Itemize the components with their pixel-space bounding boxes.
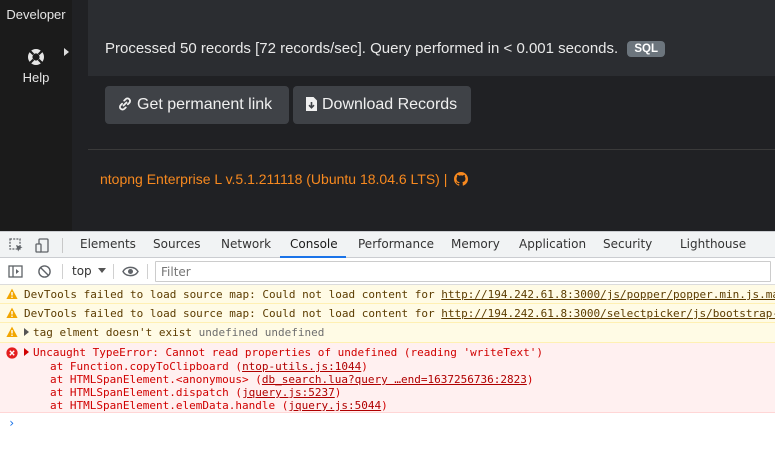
sidebar-item-developer[interactable]: Developer [0, 7, 72, 22]
tab-elements[interactable]: Elements [80, 232, 136, 258]
file-download-icon [306, 97, 317, 111]
inspect-element-icon[interactable] [9, 238, 24, 253]
chevron-right-icon [64, 48, 69, 56]
console-toolbar: top [0, 258, 775, 285]
sidebar-item-label: Help [22, 70, 50, 85]
stack-frame-text: ) [361, 360, 368, 373]
query-stats: Processed 50 records [72 records/sec]. Q… [105, 40, 665, 57]
warning-icon [6, 307, 18, 318]
devtools-tabbar: Elements Sources Network Console Perform… [0, 231, 775, 258]
stack-frame-text: ) [334, 386, 342, 399]
console-message-text: DevTools failed to load source map: Coul… [24, 307, 442, 320]
console-warning: DevTools failed to load source map: Coul… [0, 304, 775, 323]
tab-sources[interactable]: Sources [153, 232, 200, 258]
life-ring-icon [28, 49, 44, 65]
clear-console-icon[interactable] [37, 264, 52, 279]
devtools-panel: Elements Sources Network Console Perform… [0, 231, 775, 460]
expand-triangle-icon[interactable] [24, 328, 29, 336]
github-icon[interactable] [454, 172, 469, 186]
warning-icon [6, 326, 18, 337]
get-permanent-link-button[interactable]: Get permanent link [105, 86, 289, 124]
sidebar: Developer Help [0, 0, 72, 231]
stack-frame-text: at HTMLSpanElement.dispatch ( [50, 386, 243, 399]
filter-input[interactable] [155, 261, 771, 282]
get-permanent-link-label: Get permanent link [137, 96, 273, 113]
main-content: Processed 50 records [72 records/sec]. Q… [88, 0, 775, 231]
ntopng-app: Developer Help Processed 50 records [72 … [0, 0, 775, 231]
tab-application[interactable]: Application [519, 232, 586, 258]
tab-lighthouse[interactable]: Lighthouse [680, 232, 746, 258]
source-map-link[interactable]: http://194.242.61.8:3000/js/popper/poppe… [441, 288, 775, 301]
console-warning[interactable]: tag elment doesn't exist undefined undef… [0, 323, 775, 343]
version-text: ntopng Enterprise L v.5.1.211118 (Ubuntu… [100, 171, 448, 187]
context-select-value: top [72, 264, 92, 278]
console-messages: DevTools failed to load source map: Coul… [0, 285, 775, 460]
console-message-text: DevTools failed to load source map: Coul… [24, 288, 442, 301]
stack-trace-line: at HTMLSpanElement.elemData.handle (jque… [50, 399, 388, 412]
tab-security[interactable]: Security [603, 232, 652, 258]
tab-console[interactable]: Console [280, 232, 346, 258]
stack-frame-link[interactable]: db_search.lua?query …end=1637256736:2823 [262, 373, 527, 386]
download-records-button[interactable]: Download Records [293, 86, 471, 124]
stack-frame-text: at Function.copyToClipboard ( [50, 360, 243, 373]
expand-triangle-icon[interactable] [24, 348, 29, 356]
results-card: Processed 50 records [72 records/sec]. Q… [88, 0, 775, 76]
console-message-text: Uncaught TypeError: Cannot read properti… [33, 346, 543, 359]
sidebar-item-help[interactable]: Help [0, 46, 72, 85]
stack-frame-link[interactable]: jquery.js:5237 [242, 386, 335, 399]
toolbar-separator [147, 264, 148, 279]
warning-icon [6, 288, 18, 299]
device-toolbar-icon[interactable] [35, 238, 50, 253]
eye-icon[interactable] [122, 265, 139, 278]
stack-trace-line: at Function.copyToClipboard (ntop-utils.… [50, 360, 368, 373]
toolbar-separator [62, 238, 63, 253]
console-message-extra: undefined undefined [198, 326, 325, 339]
sidebar-item-label: Developer [6, 7, 66, 22]
stack-trace-line: at HTMLSpanElement.<anonymous> (db_searc… [50, 373, 533, 386]
console-message-text: tag elment doesn't exist [33, 326, 192, 339]
context-select[interactable]: top [72, 264, 106, 278]
toolbar-separator [62, 264, 63, 279]
stack-trace-line: at HTMLSpanElement.dispatch (jquery.js:5… [50, 386, 341, 399]
stack-frame-text: ) [526, 373, 534, 386]
toolbar-separator [113, 264, 114, 279]
divider [88, 149, 775, 150]
console-warning: DevTools failed to load source map: Coul… [0, 285, 775, 304]
stack-frame-link[interactable]: ntop-utils.js:1044 [242, 360, 361, 373]
tab-performance[interactable]: Performance [358, 232, 434, 258]
query-stats-text: Processed 50 records [72 records/sec]. Q… [105, 40, 619, 57]
error-icon [6, 347, 18, 359]
version-footer: ntopng Enterprise L v.5.1.211118 (Ubuntu… [100, 171, 469, 187]
chevron-down-icon [97, 268, 106, 273]
stack-frame-text: ) [381, 399, 388, 412]
tab-memory[interactable]: Memory [451, 232, 500, 258]
stack-frame-text: at HTMLSpanElement.elemData.handle ( [50, 399, 289, 412]
tab-network[interactable]: Network [221, 232, 271, 258]
console-prompt[interactable]: › [8, 416, 15, 430]
stack-frame-link[interactable]: jquery.js:5044 [288, 399, 381, 412]
sql-badge[interactable]: SQL [627, 41, 665, 57]
download-records-label: Download Records [322, 96, 458, 113]
link-icon [119, 97, 131, 111]
stack-frame-text: at HTMLSpanElement.<anonymous> ( [50, 373, 262, 386]
show-sidebar-icon[interactable] [8, 264, 23, 279]
source-map-link[interactable]: http://194.242.61.8:3000/selectpicker/js… [441, 307, 775, 320]
console-error: Uncaught TypeError: Cannot read properti… [0, 343, 775, 413]
